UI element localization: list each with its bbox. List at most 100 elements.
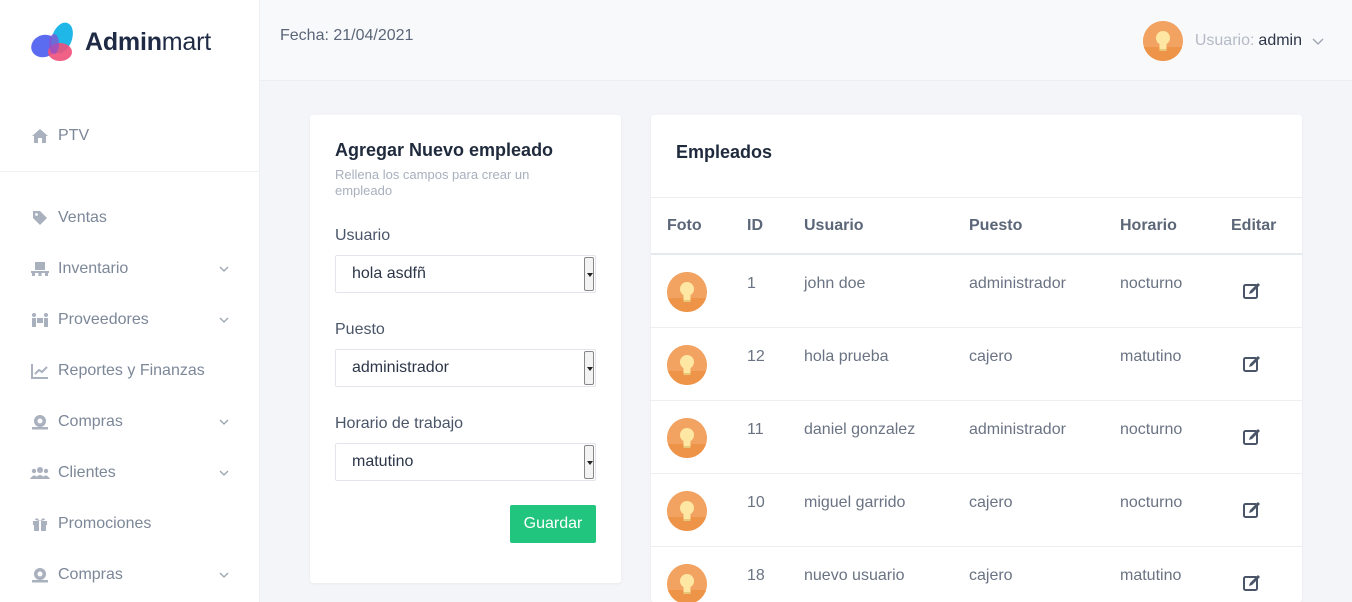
sidebar-item-ventas[interactable]: Ventas bbox=[0, 192, 260, 243]
table-row: 10 miguel garrido cajero nocturno bbox=[651, 474, 1302, 547]
select-arrow-icon[interactable] bbox=[584, 257, 594, 291]
sidebar-item-reportes[interactable]: Reportes y Finanzas bbox=[0, 345, 260, 396]
save-button[interactable]: Guardar bbox=[510, 505, 596, 543]
butterfly-logo-icon bbox=[30, 20, 76, 64]
money-bill-icon bbox=[30, 413, 50, 431]
column-header-usuario: Usuario bbox=[804, 217, 864, 234]
sidebar-item-promociones[interactable]: Promociones bbox=[0, 498, 260, 549]
table-title: Empleados bbox=[676, 142, 773, 162]
sidebar-item-label: Inventario bbox=[58, 259, 129, 277]
cell-horario: nocturno bbox=[1120, 275, 1183, 292]
user-label: Usuario: bbox=[1194, 32, 1255, 49]
sidebar-item-clientes[interactable]: Clientes bbox=[0, 447, 260, 498]
home-icon bbox=[30, 127, 50, 145]
avatar bbox=[667, 272, 707, 312]
sidebar-item-compras[interactable]: Compras bbox=[0, 396, 260, 447]
edit-icon[interactable] bbox=[1242, 573, 1262, 593]
sidebar-item-label: PTV bbox=[58, 126, 90, 144]
cell-id: 1 bbox=[747, 275, 756, 292]
table-row: 12 hola prueba cajero matutino bbox=[651, 328, 1302, 401]
avatar bbox=[667, 564, 707, 602]
table-header: Foto ID Usuario Puesto Horario Editar bbox=[651, 197, 1302, 255]
column-header-puesto: Puesto bbox=[969, 217, 1023, 234]
sidebar: Adminmart PTV Ventas Inventario Proveedo… bbox=[0, 0, 260, 602]
avatar bbox=[1142, 21, 1183, 61]
gift-icon bbox=[30, 515, 50, 533]
cell-usuario: nuevo usuario bbox=[804, 567, 905, 584]
table-row: 11 daniel gonzalez administrador nocturn… bbox=[651, 401, 1302, 474]
cell-puesto: administrador bbox=[969, 421, 1066, 438]
chart-line-icon bbox=[30, 362, 50, 380]
avatar bbox=[667, 491, 707, 531]
cell-puesto: cajero bbox=[969, 348, 1013, 365]
sidebar-item-ptv[interactable]: PTV bbox=[0, 110, 260, 161]
usuario-label: Usuario bbox=[335, 227, 391, 244]
sidebar-item-inventario[interactable]: Inventario bbox=[0, 243, 260, 294]
column-header-foto: Foto bbox=[667, 217, 702, 234]
select-arrow-icon[interactable] bbox=[584, 351, 594, 385]
money-bill-icon bbox=[30, 566, 50, 584]
sidebar-item-compras-2[interactable]: Compras bbox=[0, 549, 260, 600]
people-carry-icon bbox=[30, 311, 50, 329]
lightbulb-icon bbox=[1142, 21, 1183, 61]
user-name: admin bbox=[1258, 32, 1302, 49]
brand-logo[interactable]: Adminmart bbox=[30, 20, 211, 64]
sidebar-item-label: Promociones bbox=[58, 514, 152, 532]
sidebar-item-label: Compras bbox=[58, 565, 123, 583]
cell-id: 12 bbox=[747, 348, 765, 365]
horario-value: matutino bbox=[352, 453, 414, 470]
cell-horario: nocturno bbox=[1120, 421, 1183, 438]
chevron-down-icon bbox=[219, 317, 229, 323]
cell-usuario: daniel gonzalez bbox=[804, 421, 916, 438]
puesto-select[interactable]: administrador bbox=[335, 349, 596, 387]
cell-puesto: cajero bbox=[969, 494, 1013, 511]
cell-usuario: hola prueba bbox=[804, 348, 889, 365]
sidebar-item-label: Proveedores bbox=[58, 310, 149, 328]
column-header-horario: Horario bbox=[1120, 217, 1177, 234]
sidebar-item-proveedores[interactable]: Proveedores bbox=[0, 294, 260, 345]
cell-horario: matutino bbox=[1120, 348, 1182, 365]
sidebar-item-label: Clientes bbox=[58, 463, 116, 481]
cell-id: 11 bbox=[747, 421, 764, 438]
brand-name: Adminmart bbox=[85, 27, 211, 56]
sidebar-nav: PTV Ventas Inventario Proveedores Report… bbox=[0, 110, 260, 600]
chevron-down-icon bbox=[219, 572, 229, 578]
sidebar-divider bbox=[0, 171, 260, 172]
new-employee-form: Agregar Nuevo empleado Rellena los campo… bbox=[310, 115, 621, 583]
puesto-label: Puesto bbox=[335, 321, 385, 338]
cell-horario: nocturno bbox=[1120, 494, 1183, 511]
pallet-icon bbox=[30, 260, 50, 278]
horario-label: Horario de trabajo bbox=[335, 415, 464, 432]
sidebar-item-label: Ventas bbox=[58, 208, 107, 226]
tag-icon bbox=[30, 209, 50, 227]
edit-icon[interactable] bbox=[1242, 500, 1262, 520]
usuario-select[interactable]: hola asdfñ bbox=[335, 255, 596, 293]
column-header-editar: Editar bbox=[1231, 217, 1277, 234]
cell-id: 10 bbox=[747, 494, 765, 511]
edit-icon[interactable] bbox=[1242, 281, 1262, 301]
select-arrow-icon[interactable] bbox=[584, 445, 594, 479]
column-header-id: ID bbox=[747, 217, 763, 234]
chevron-down-icon bbox=[219, 266, 229, 272]
topbar: Fecha: 21/04/2021 Usuario: admin bbox=[260, 0, 1352, 81]
usuario-value: hola asdfñ bbox=[352, 265, 426, 282]
avatar bbox=[667, 418, 707, 458]
users-icon bbox=[30, 464, 50, 482]
cell-horario: matutino bbox=[1120, 567, 1182, 584]
table-row: 18 nuevo usuario cajero matutino bbox=[651, 547, 1302, 602]
sidebar-item-label: Reportes y Finanzas bbox=[58, 361, 205, 379]
cell-usuario: john doe bbox=[804, 275, 866, 292]
sidebar-item-label: Compras bbox=[58, 412, 123, 430]
chevron-down-icon bbox=[219, 419, 229, 425]
cell-puesto: administrador bbox=[969, 275, 1066, 292]
form-subtitle: Rellena los campos para crear un emplead… bbox=[335, 167, 530, 198]
edit-icon[interactable] bbox=[1242, 427, 1262, 447]
employees-table-card: Empleados Foto ID Usuario Puesto Horario… bbox=[651, 115, 1302, 602]
horario-select[interactable]: matutino bbox=[335, 443, 596, 481]
cell-id: 18 bbox=[747, 567, 765, 584]
chevron-down-icon[interactable] bbox=[1312, 35, 1324, 47]
chevron-down-icon bbox=[219, 470, 229, 476]
form-title: Agregar Nuevo empleado bbox=[335, 140, 554, 160]
user-menu[interactable]: Usuario: admin bbox=[1142, 21, 1324, 61]
edit-icon[interactable] bbox=[1242, 354, 1262, 374]
